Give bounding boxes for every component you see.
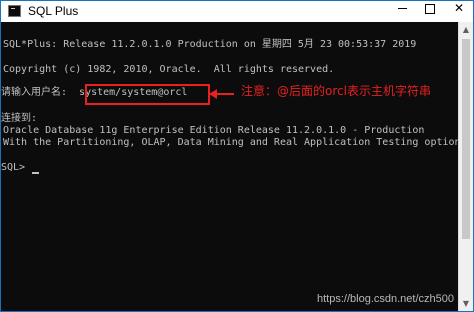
close-icon: ✕	[453, 1, 465, 15]
minimize-button[interactable]	[387, 1, 417, 22]
window-title: SQL Plus	[28, 4, 79, 18]
scroll-down-icon[interactable]: ▼	[459, 296, 473, 311]
console-line-copyright: Copyright (c) 1982, 2010, Oracle. All ri…	[3, 64, 335, 75]
sqlplus-window: SQL Plus ✕ SQL*Plus: Release 11.2.0.1.0 …	[0, 0, 474, 312]
scroll-thumb[interactable]	[462, 39, 470, 239]
console-line-options: With the Partitioning, OLAP, Data Mining…	[3, 137, 458, 148]
maximize-button[interactable]	[415, 1, 445, 22]
title-bar[interactable]: SQL Plus ✕	[1, 1, 473, 22]
close-button[interactable]: ✕	[444, 1, 474, 22]
console-line-release: SQL*Plus: Release 11.2.0.1.0 Production …	[3, 39, 417, 50]
vertical-scrollbar[interactable]: ▲ ▼	[458, 22, 473, 311]
maximize-icon	[425, 3, 435, 14]
sqlplus-console-icon	[8, 5, 21, 17]
watermark: https://blog.csdn.net/czh500	[317, 293, 454, 305]
scroll-up-icon[interactable]: ▲	[459, 22, 473, 37]
annotation-note: 注意：@后面的orcl表示主机字符串	[241, 84, 431, 98]
console-output[interactable]: SQL*Plus: Release 11.2.0.1.0 Production …	[1, 22, 458, 311]
credential-highlight-box	[85, 84, 210, 105]
annotation-arrow-icon	[209, 89, 217, 99]
text-cursor	[32, 172, 39, 174]
minimize-icon	[397, 8, 407, 9]
sql-prompt[interactable]: SQL>	[1, 161, 31, 174]
